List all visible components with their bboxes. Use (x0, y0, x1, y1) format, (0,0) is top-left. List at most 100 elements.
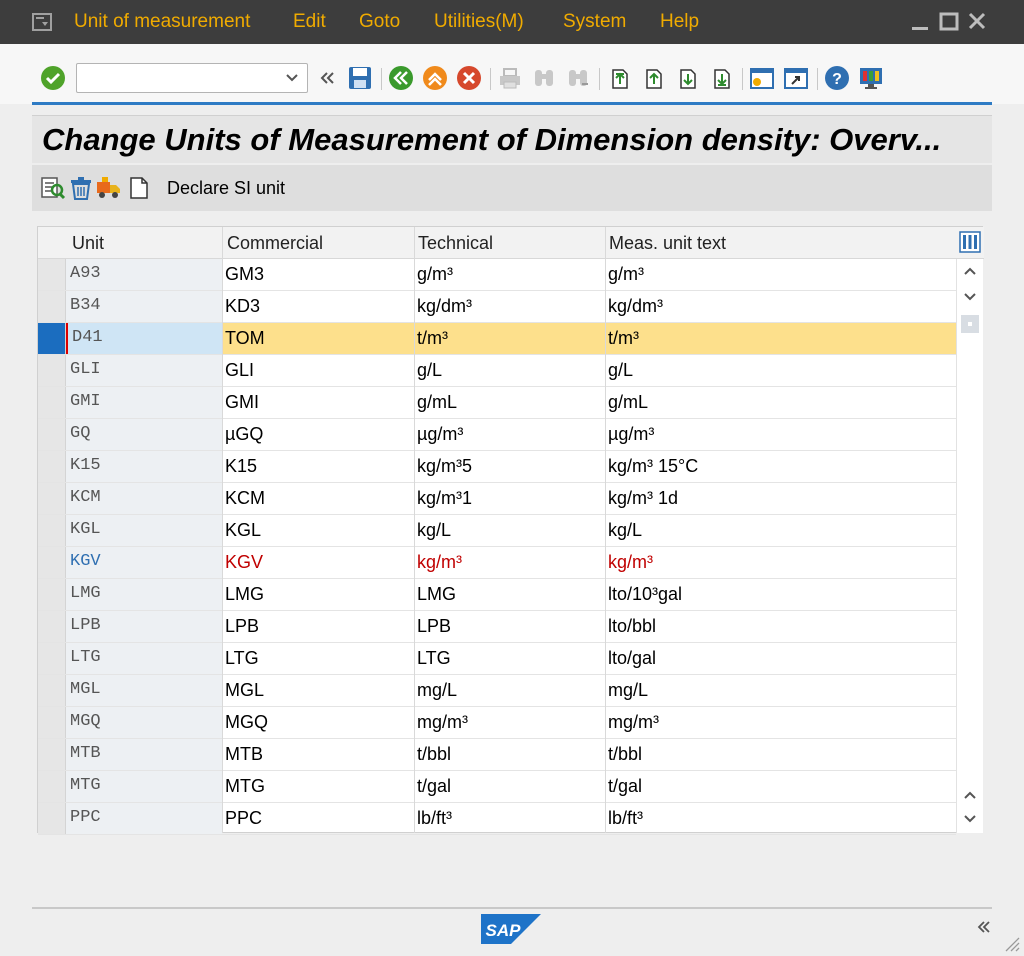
row-selector[interactable] (38, 291, 66, 322)
table-row[interactable]: K15 K15 kg/m³5 kg/m³ 15°C (38, 451, 956, 483)
cell-meas-unit-text[interactable]: kg/dm³ (606, 291, 956, 322)
save-icon[interactable] (347, 65, 373, 91)
transport-icon[interactable] (96, 175, 122, 201)
cell-commercial[interactable]: MGL (223, 675, 414, 706)
cell-meas-unit-text[interactable]: kg/m³ 1d (606, 483, 956, 514)
cell-meas-unit-text[interactable]: kg/m³ 15°C (606, 451, 956, 482)
row-selector[interactable] (38, 323, 66, 354)
cell-meas-unit-text[interactable]: kg/L (606, 515, 956, 546)
cell-meas-unit-text[interactable]: g/m³ (606, 259, 956, 290)
first-page-icon[interactable] (606, 65, 632, 91)
cell-technical[interactable]: t/bbl (415, 739, 605, 770)
cell-technical[interactable]: mg/m³ (415, 707, 605, 738)
cell-meas-unit-text[interactable]: lto/gal (606, 643, 956, 674)
cancel-icon[interactable] (456, 65, 482, 91)
enter-icon[interactable] (40, 65, 66, 91)
cell-commercial[interactable]: GM3 (223, 259, 414, 290)
display-change-icon[interactable] (40, 175, 66, 201)
row-selector[interactable] (38, 355, 66, 386)
row-selector[interactable] (38, 387, 66, 418)
cell-commercial[interactable]: KGV (223, 547, 414, 578)
last-page-icon[interactable] (708, 65, 734, 91)
delete-icon[interactable] (68, 175, 94, 201)
cell-meas-unit-text[interactable]: mg/L (606, 675, 956, 706)
scroll-up-icon[interactable] (962, 263, 978, 279)
cell-technical[interactable]: t/m³ (415, 323, 605, 354)
row-selector[interactable] (38, 579, 66, 610)
next-page-icon[interactable] (674, 65, 700, 91)
window-menu-icon[interactable] (32, 13, 52, 31)
cell-technical[interactable]: kg/m³ (415, 547, 605, 578)
row-selector[interactable] (38, 771, 66, 802)
column-header-commercial[interactable]: Commercial (227, 233, 323, 254)
table-row[interactable]: MTB MTB t/bbl t/bbl (38, 739, 956, 771)
row-selector[interactable] (38, 547, 66, 578)
footer-collapse-icon[interactable] (976, 919, 992, 935)
exit-icon[interactable] (422, 65, 448, 91)
cell-technical[interactable]: g/L (415, 355, 605, 386)
cell-technical[interactable]: mg/L (415, 675, 605, 706)
menu-help[interactable]: Help (660, 11, 699, 33)
table-row[interactable]: PPC PPC lb/ft³ lb/ft³ (38, 803, 956, 835)
table-row[interactable]: A93 GM3 g/m³ g/m³ (38, 259, 956, 291)
cell-commercial[interactable]: KCM (223, 483, 414, 514)
table-row[interactable]: B34 KD3 kg/dm³ kg/dm³ (38, 291, 956, 323)
scroll-down-icon[interactable] (962, 289, 978, 305)
cell-commercial[interactable]: GMI (223, 387, 414, 418)
menu-unit-of-measurement[interactable]: Unit of measurement (74, 11, 250, 33)
cell-meas-unit-text[interactable]: lto/10³gal (606, 579, 956, 610)
customize-layout-icon[interactable] (858, 65, 884, 91)
cell-commercial[interactable]: MTB (223, 739, 414, 770)
row-selector[interactable] (38, 675, 66, 706)
cell-technical[interactable]: lb/ft³ (415, 803, 605, 834)
table-row[interactable]: KGV KGV kg/m³ kg/m³ (38, 547, 956, 579)
row-selector[interactable] (38, 643, 66, 674)
menu-goto[interactable]: Goto (359, 11, 400, 33)
cell-technical[interactable]: kg/dm³ (415, 291, 605, 322)
column-header-unit[interactable]: Unit (72, 233, 104, 254)
cell-meas-unit-text[interactable]: µg/m³ (606, 419, 956, 450)
previous-page-icon[interactable] (640, 65, 666, 91)
cell-meas-unit-text[interactable]: mg/m³ (606, 707, 956, 738)
table-row[interactable]: LTG LTG LTG lto/gal (38, 643, 956, 675)
command-field[interactable] (76, 63, 308, 93)
cell-commercial[interactable]: LPB (223, 611, 414, 642)
collapse-icon[interactable] (314, 65, 340, 91)
find-next-icon[interactable] (565, 65, 591, 91)
row-selector[interactable] (38, 419, 66, 450)
cell-technical[interactable]: t/gal (415, 771, 605, 802)
table-row[interactable]: LPB LPB LPB lto/bbl (38, 611, 956, 643)
cell-meas-unit-text[interactable]: kg/m³ (606, 547, 956, 578)
table-row[interactable]: GQ µGQ µg/m³ µg/m³ (38, 419, 956, 451)
table-row[interactable]: MTG MTG t/gal t/gal (38, 771, 956, 803)
column-header-technical[interactable]: Technical (418, 233, 493, 254)
row-selector[interactable] (38, 483, 66, 514)
menu-edit[interactable]: Edit (293, 11, 326, 33)
table-row[interactable]: GLI GLI g/L g/L (38, 355, 956, 387)
cell-technical[interactable]: g/m³ (415, 259, 605, 290)
cell-meas-unit-text[interactable]: t/m³ (606, 323, 956, 354)
row-selector[interactable] (38, 739, 66, 770)
cell-commercial[interactable]: TOM (223, 323, 414, 354)
cell-meas-unit-text[interactable]: t/bbl (606, 739, 956, 770)
cell-technical[interactable]: LPB (415, 611, 605, 642)
cell-technical[interactable]: kg/m³5 (415, 451, 605, 482)
cell-meas-unit-text[interactable]: lb/ft³ (606, 803, 956, 834)
shortcut-icon[interactable] (783, 65, 809, 91)
menu-system[interactable]: System (563, 11, 626, 33)
command-input[interactable] (77, 64, 277, 92)
find-icon[interactable] (531, 65, 557, 91)
cell-commercial[interactable]: MTG (223, 771, 414, 802)
cell-technical[interactable]: kg/L (415, 515, 605, 546)
maximize-icon[interactable] (938, 10, 960, 32)
table-row[interactable]: MGL MGL mg/L mg/L (38, 675, 956, 707)
cell-technical[interactable]: LTG (415, 643, 605, 674)
cell-commercial[interactable]: K15 (223, 451, 414, 482)
cell-technical[interactable]: µg/m³ (415, 419, 605, 450)
table-row[interactable]: LMG LMG LMG lto/10³gal (38, 579, 956, 611)
row-selector[interactable] (38, 451, 66, 482)
cell-commercial[interactable]: KD3 (223, 291, 414, 322)
scroll-thumb[interactable] (961, 315, 979, 333)
new-session-icon[interactable] (749, 65, 775, 91)
close-icon[interactable] (966, 10, 988, 32)
